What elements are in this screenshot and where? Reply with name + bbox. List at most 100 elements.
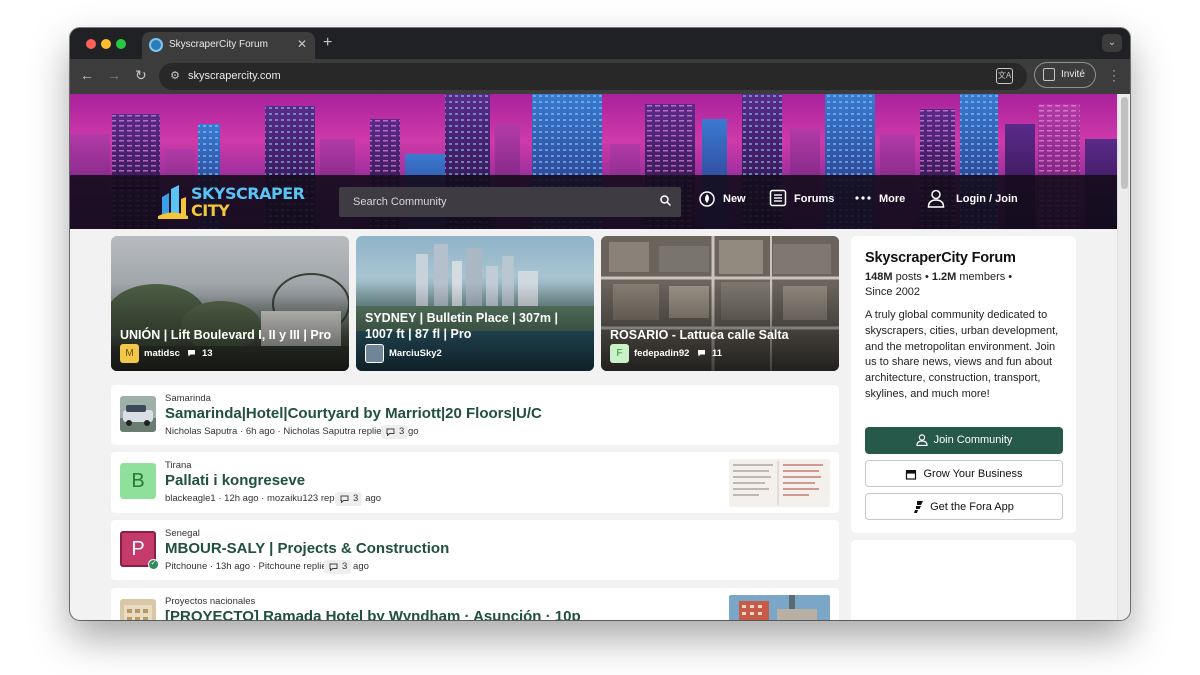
document-preview-image bbox=[729, 459, 830, 507]
thread-age: 12h ago bbox=[224, 493, 259, 504]
thread-row[interactable]: Proyectos nacionales [PROYECTO] Ramada H… bbox=[111, 588, 839, 620]
tab-search-chevron-icon[interactable]: ⌄ bbox=[1102, 34, 1122, 52]
translate-icon[interactable]: 文A bbox=[996, 68, 1013, 84]
search-icon[interactable] bbox=[660, 195, 671, 206]
featured-card[interactable]: UNIÓN | Lift Boulevard I, II y III | Pro… bbox=[111, 236, 349, 371]
logo-text-line2: CITY bbox=[191, 201, 230, 220]
community-stats: 148M posts • 1.2M members • Since 2002 bbox=[865, 271, 1013, 298]
reply-count: 3 bbox=[353, 493, 359, 504]
thread-forum[interactable]: Tirana bbox=[165, 460, 192, 471]
incognito-profile-icon bbox=[1043, 68, 1055, 81]
thread-thumbnail[interactable] bbox=[120, 599, 156, 620]
card-title[interactable]: UNIÓN | Lift Boulevard I, II y III | Pro bbox=[120, 327, 342, 343]
search-input[interactable]: Search Community bbox=[339, 187, 681, 217]
browser-menu-icon[interactable]: · · · bbox=[1112, 64, 1116, 86]
user-icon[interactable] bbox=[927, 189, 945, 208]
thread-age: 13h ago bbox=[215, 561, 251, 572]
featured-card[interactable]: SYDNEY | Bulletin Place | 307m | 1007 ft… bbox=[356, 236, 594, 371]
card-author[interactable]: MarciuSky2 bbox=[389, 348, 442, 359]
thread-row[interactable]: Samarinda Samarinda|Hotel|Courtyard by M… bbox=[111, 385, 839, 445]
back-arrow-icon[interactable]: ← bbox=[80, 67, 94, 83]
close-window-button[interactable] bbox=[86, 39, 96, 49]
thread-title[interactable]: [PROYECTO] Ramada Hotel by Wyndham · Asu… bbox=[165, 608, 581, 620]
thread-author[interactable]: blackeagle1 bbox=[165, 493, 216, 504]
thread-age: 6h ago bbox=[245, 426, 275, 437]
hero-banner: SKYSCRAPER CITY Search Community New For… bbox=[70, 94, 1117, 229]
browser-toolbar: ← → ↻ ⚙ skyscrapercity.com 文A Invité · · · bbox=[70, 59, 1130, 94]
user-icon bbox=[915, 434, 928, 447]
avatar[interactable] bbox=[365, 344, 384, 363]
browser-tab[interactable]: SkyscraperCity Forum ✕ bbox=[142, 32, 315, 59]
card-author[interactable]: matidsc bbox=[144, 348, 180, 359]
address-bar[interactable]: ⚙ skyscrapercity.com 文A bbox=[159, 63, 1027, 90]
thread-photo-preview[interactable] bbox=[729, 595, 830, 620]
comment-icon bbox=[329, 563, 338, 571]
card-title[interactable]: ROSARIO - Lattuca calle Salta bbox=[610, 327, 832, 343]
thread-thumbnail[interactable] bbox=[120, 396, 156, 432]
thread-row[interactable]: B Tirana Pallati i kongreseve blackeagle… bbox=[111, 452, 839, 513]
thread-forum[interactable]: Proyectos nacionales bbox=[165, 596, 255, 607]
community-info-panel: SkyscraperCity Forum 148M posts • 1.2M m… bbox=[851, 236, 1076, 533]
hotel-photo bbox=[120, 599, 156, 620]
card-title[interactable]: SYDNEY | Bulletin Place | 307m | 1007 ft… bbox=[365, 310, 587, 342]
comment-icon bbox=[188, 350, 195, 357]
nav-new[interactable]: New bbox=[723, 193, 746, 205]
flame-icon[interactable] bbox=[698, 189, 716, 207]
skyscrapercity-logo[interactable]: SKYSCRAPER CITY bbox=[158, 184, 305, 220]
featured-card[interactable]: ROSARIO - Lattuca calle Salta F fedepadi… bbox=[601, 236, 839, 371]
thread-thumbnail[interactable]: P ✓ bbox=[120, 531, 159, 570]
profile-button[interactable]: Invité bbox=[1034, 62, 1096, 88]
nav-more[interactable]: More bbox=[879, 193, 905, 205]
reply-count: 3 bbox=[399, 426, 405, 437]
thread-last-reply: mozaiku123 replied 2h ago bbox=[266, 493, 382, 504]
fora-logo-icon bbox=[914, 501, 924, 514]
site-navbar: SKYSCRAPER CITY Search Community New For… bbox=[70, 175, 1117, 229]
thread-author[interactable]: Nicholas Saputra bbox=[165, 426, 237, 437]
posts-label: posts bbox=[895, 271, 922, 283]
get-app-button[interactable]: Get the Fora App bbox=[865, 493, 1063, 520]
scrollbar-thumb[interactable] bbox=[1121, 97, 1128, 189]
join-community-button[interactable]: Join Community bbox=[865, 427, 1063, 454]
posts-count: 148M bbox=[865, 271, 893, 283]
thread-thumbnail[interactable]: B bbox=[120, 463, 156, 499]
thread-title[interactable]: Samarinda|Hotel|Courtyard by Marriott|20… bbox=[165, 405, 542, 422]
since-text: Since 2002 bbox=[865, 286, 921, 298]
site-settings-icon[interactable]: ⚙ bbox=[167, 68, 183, 84]
thread-forum[interactable]: Samarinda bbox=[165, 393, 211, 404]
comment-icon bbox=[386, 428, 395, 436]
reply-count-badge: 3 bbox=[381, 425, 409, 439]
card-meta: MarciuSky2 bbox=[365, 344, 585, 363]
thread-forum[interactable]: Senegal bbox=[165, 528, 200, 539]
more-dots-icon[interactable] bbox=[855, 189, 871, 207]
url-text[interactable]: skyscrapercity.com bbox=[188, 70, 281, 82]
minimize-window-button[interactable] bbox=[101, 39, 111, 49]
avatar[interactable]: F bbox=[610, 344, 629, 363]
community-description: A truly global community dedicated to sk… bbox=[865, 309, 1059, 400]
storefront-icon bbox=[906, 469, 917, 480]
forums-list-icon[interactable] bbox=[769, 189, 787, 207]
community-title: SkyscraperCity Forum bbox=[865, 250, 1016, 266]
building-photo bbox=[729, 595, 830, 620]
avatar[interactable]: M bbox=[120, 344, 139, 363]
nav-login-join[interactable]: Login / Join bbox=[956, 193, 1018, 205]
tab-close-icon[interactable]: ✕ bbox=[297, 37, 307, 51]
thread-title[interactable]: MBOUR-SALY | Projects & Construction bbox=[165, 540, 449, 557]
card-author[interactable]: fedepadin92 bbox=[634, 348, 689, 359]
thread-title[interactable]: Pallati i kongreseve bbox=[165, 472, 305, 489]
thread-last-reply: Pitchoune replied 12h ago bbox=[258, 561, 369, 572]
new-tab-button[interactable]: + bbox=[323, 34, 332, 52]
thread-row[interactable]: P ✓ Senegal MBOUR-SALY | Projects & Cons… bbox=[111, 520, 839, 580]
reload-icon[interactable]: ↻ bbox=[135, 67, 147, 84]
maximize-window-button[interactable] bbox=[116, 39, 126, 49]
sidebar-secondary-panel bbox=[851, 540, 1076, 620]
logo-mark-icon bbox=[158, 185, 188, 219]
members-count: 1.2M bbox=[931, 271, 957, 283]
page-scrollbar[interactable] bbox=[1117, 94, 1130, 620]
nav-forums[interactable]: Forums bbox=[794, 193, 834, 205]
members-label: members bbox=[959, 271, 1006, 283]
thread-author[interactable]: Pitchoune bbox=[165, 561, 207, 572]
thread-document-preview[interactable] bbox=[729, 459, 830, 507]
forward-arrow-icon[interactable]: → bbox=[107, 67, 121, 83]
page-viewport: SKYSCRAPER CITY Search Community New For… bbox=[70, 94, 1130, 620]
grow-business-button[interactable]: Grow Your Business bbox=[865, 460, 1063, 487]
